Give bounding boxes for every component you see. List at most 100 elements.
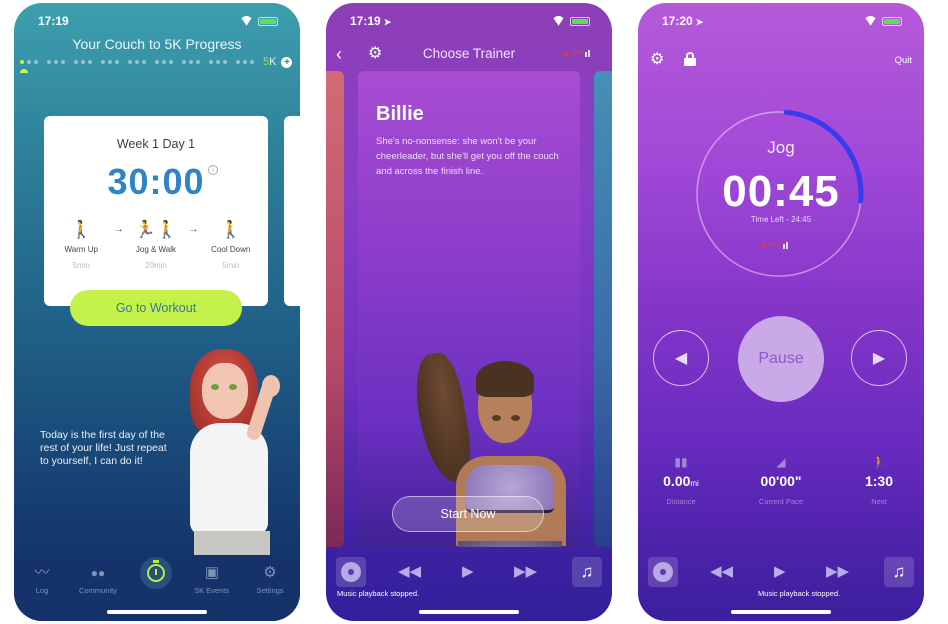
quit-button[interactable]: Quit bbox=[895, 55, 912, 66]
music-status: Music playback stopped. bbox=[337, 589, 420, 598]
next-segment-button[interactable]: ▶ bbox=[851, 330, 907, 386]
day-dot bbox=[88, 60, 92, 64]
status-bar: 17:19 bbox=[38, 13, 278, 29]
character-shorts bbox=[458, 541, 562, 547]
tab-label: Community bbox=[79, 586, 117, 595]
progress-track[interactable]: 5K + bbox=[20, 56, 293, 68]
calendar-icon: ▣ bbox=[204, 564, 220, 581]
screen-progress: 17:19 Your Couch to 5K Progress 5K + Wee… bbox=[14, 3, 300, 621]
play-button[interactable]: ▶ bbox=[774, 561, 786, 583]
phase-duration: 5min bbox=[222, 261, 240, 270]
tab-community[interactable]: ●● Community bbox=[70, 564, 126, 595]
stat-value: 00'00" bbox=[760, 473, 802, 489]
day-dot bbox=[162, 60, 166, 64]
day-dot bbox=[101, 60, 105, 64]
tab-label: 5K Events bbox=[194, 586, 230, 595]
signal-bars-icon bbox=[585, 50, 590, 57]
day-dot bbox=[135, 60, 139, 64]
music-player: ◀◀ ▶ ▶▶ ♫ Music playback stopped. bbox=[326, 557, 612, 598]
character-hair bbox=[476, 361, 534, 397]
workout-phases: 🚶 Warm Up 5min → 🏃🚶 Jog & Walk 20min → 🚶… bbox=[44, 219, 268, 270]
walk-icon: 🚶 bbox=[871, 455, 887, 469]
status-time: 17:19 bbox=[350, 14, 381, 28]
day-dot bbox=[243, 60, 247, 64]
add-icon[interactable]: + bbox=[281, 56, 293, 68]
stat-label: Current Pace bbox=[758, 497, 804, 506]
gps-indicator: GPS bbox=[564, 50, 590, 57]
screen-workout-timer: 17:20 ➤ ⚙ Quit Jog 00:45 Time Left - 24:4… bbox=[638, 3, 924, 621]
info-icon[interactable]: i bbox=[208, 165, 218, 175]
day-dot bbox=[250, 60, 254, 64]
start-now-button[interactable]: Start Now bbox=[392, 496, 544, 532]
stat-value: 0.00 bbox=[663, 473, 691, 489]
tab-workout[interactable] bbox=[140, 557, 172, 589]
week-3-dots bbox=[74, 60, 92, 64]
day-dot bbox=[209, 60, 213, 64]
day-dot bbox=[236, 60, 240, 64]
goal-label: 5K + bbox=[263, 56, 293, 68]
day-dot bbox=[27, 60, 31, 64]
phase-duration: 5min bbox=[72, 261, 90, 270]
people-icon: ●● bbox=[90, 566, 106, 580]
signal-bars-icon bbox=[782, 242, 788, 249]
music-source-button[interactable] bbox=[336, 557, 366, 587]
page-title: Your Couch to 5K Progress bbox=[72, 36, 242, 52]
week-2-dots bbox=[47, 60, 65, 64]
tab-settings[interactable]: ⚙ Settings bbox=[242, 564, 298, 595]
playlist-button[interactable]: ♫ bbox=[884, 557, 914, 587]
day-dot bbox=[108, 60, 112, 64]
pause-button[interactable]: Pause bbox=[738, 316, 824, 402]
tab-label: Log bbox=[35, 586, 49, 595]
day-dot bbox=[47, 60, 51, 64]
phase-jog-walk: 🏃🚶 Jog & Walk 20min bbox=[126, 219, 186, 270]
playlist-button[interactable]: ♫ bbox=[572, 557, 602, 587]
wifi-icon bbox=[240, 16, 253, 26]
day-dot bbox=[196, 60, 200, 64]
day-dot bbox=[115, 60, 119, 64]
music-status: Music playback stopped. bbox=[758, 589, 841, 598]
phase-duration: 20min bbox=[145, 261, 167, 270]
gps-label: GPS bbox=[768, 242, 781, 249]
tab-log[interactable]: 〰 Log bbox=[14, 564, 70, 595]
jog-walk-icon: 🏃🚶 bbox=[134, 220, 178, 239]
workout-duration: 30:00 bbox=[107, 161, 205, 202]
triangle-left-icon: ◀ bbox=[674, 350, 688, 367]
character-eye bbox=[211, 384, 219, 390]
wifi-icon bbox=[864, 16, 877, 26]
stat-unit: mi bbox=[690, 479, 699, 488]
screen-choose-trainer: 17:19 ➤ ‹ ⚙ Choose Trainer GPS Billie She… bbox=[326, 3, 612, 621]
music-source-button[interactable] bbox=[648, 557, 678, 587]
triangle-right-icon: ▶ bbox=[872, 350, 886, 367]
stat-label: Next bbox=[871, 497, 887, 506]
prev-trainer-card[interactable] bbox=[326, 71, 344, 547]
workout-card[interactable]: Week 1 Day 1 30:00 i 🚶 Warm Up 5min → 🏃🚶… bbox=[44, 116, 268, 306]
character-eye bbox=[229, 384, 237, 390]
next-trainer-card[interactable] bbox=[594, 71, 612, 547]
previous-segment-button[interactable]: ◀ bbox=[653, 330, 709, 386]
status-bar: 17:20 ➤ bbox=[662, 13, 902, 29]
day-dot bbox=[216, 60, 220, 64]
week-9-dots bbox=[236, 60, 254, 64]
battery-icon bbox=[882, 16, 902, 26]
go-to-workout-button[interactable]: Go to Workout bbox=[70, 290, 242, 326]
location-icon: ➤ bbox=[695, 17, 704, 27]
fast-forward-button[interactable]: ▶▶ bbox=[514, 561, 537, 583]
gps-dot-icon bbox=[762, 243, 766, 248]
character-body bbox=[190, 423, 268, 535]
rewind-button[interactable]: ◀◀ bbox=[398, 561, 421, 583]
binoculars-icon: ▮▮ bbox=[674, 455, 688, 469]
gps-dot-icon bbox=[564, 51, 569, 56]
gear-icon[interactable]: ⚙ bbox=[650, 51, 664, 69]
tab-5k-events[interactable]: ▣ 5K Events bbox=[184, 564, 240, 595]
next-workout-card[interactable] bbox=[284, 116, 300, 306]
week-1-dots bbox=[20, 60, 38, 64]
phase-cool-down: 🚶 Cool Down 5min bbox=[201, 219, 261, 270]
play-button[interactable]: ▶ bbox=[462, 561, 474, 583]
goal-unit: K bbox=[269, 56, 277, 68]
fast-forward-button[interactable]: ▶▶ bbox=[826, 561, 849, 583]
stat-label: Distance bbox=[666, 497, 696, 506]
trainer-card[interactable]: Billie She's no-nonsense: she won't be y… bbox=[358, 71, 580, 547]
stat-value: 1:30 bbox=[864, 473, 894, 489]
rewind-button[interactable]: ◀◀ bbox=[710, 561, 733, 583]
lock-icon[interactable] bbox=[684, 52, 696, 66]
